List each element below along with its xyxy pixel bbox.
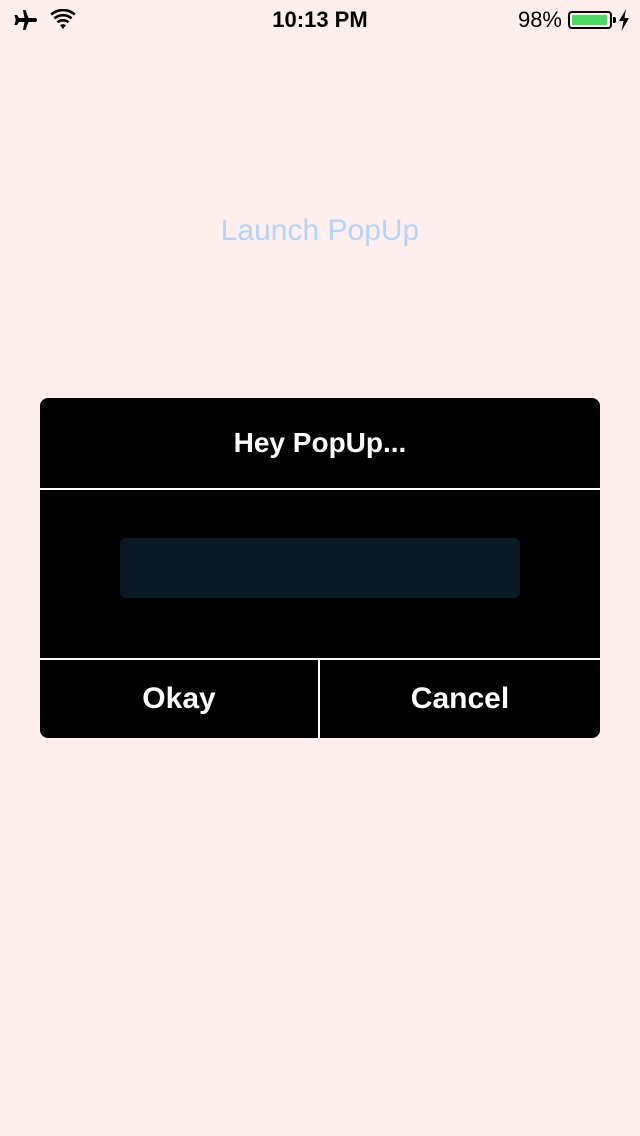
okay-button[interactable]: Okay (40, 660, 318, 738)
cancel-button[interactable]: Cancel (320, 660, 600, 738)
popup-dialog: Hey PopUp... Okay Cancel (40, 398, 600, 738)
launch-popup-button[interactable]: Launch PopUp (0, 210, 640, 252)
status-bar: 10:13 PM 98% (0, 0, 640, 40)
battery-level (572, 15, 608, 25)
battery-icon (568, 11, 616, 29)
battery-tip (613, 17, 616, 23)
battery-percentage: 98% (517, 7, 562, 32)
popup-text-input[interactable] (120, 538, 520, 598)
popup-title: Hey PopUp... (233, 427, 407, 458)
status-bar-right: 98% (518, 6, 630, 34)
charging-bolt-icon (618, 9, 630, 31)
popup-title-divider (40, 488, 600, 490)
